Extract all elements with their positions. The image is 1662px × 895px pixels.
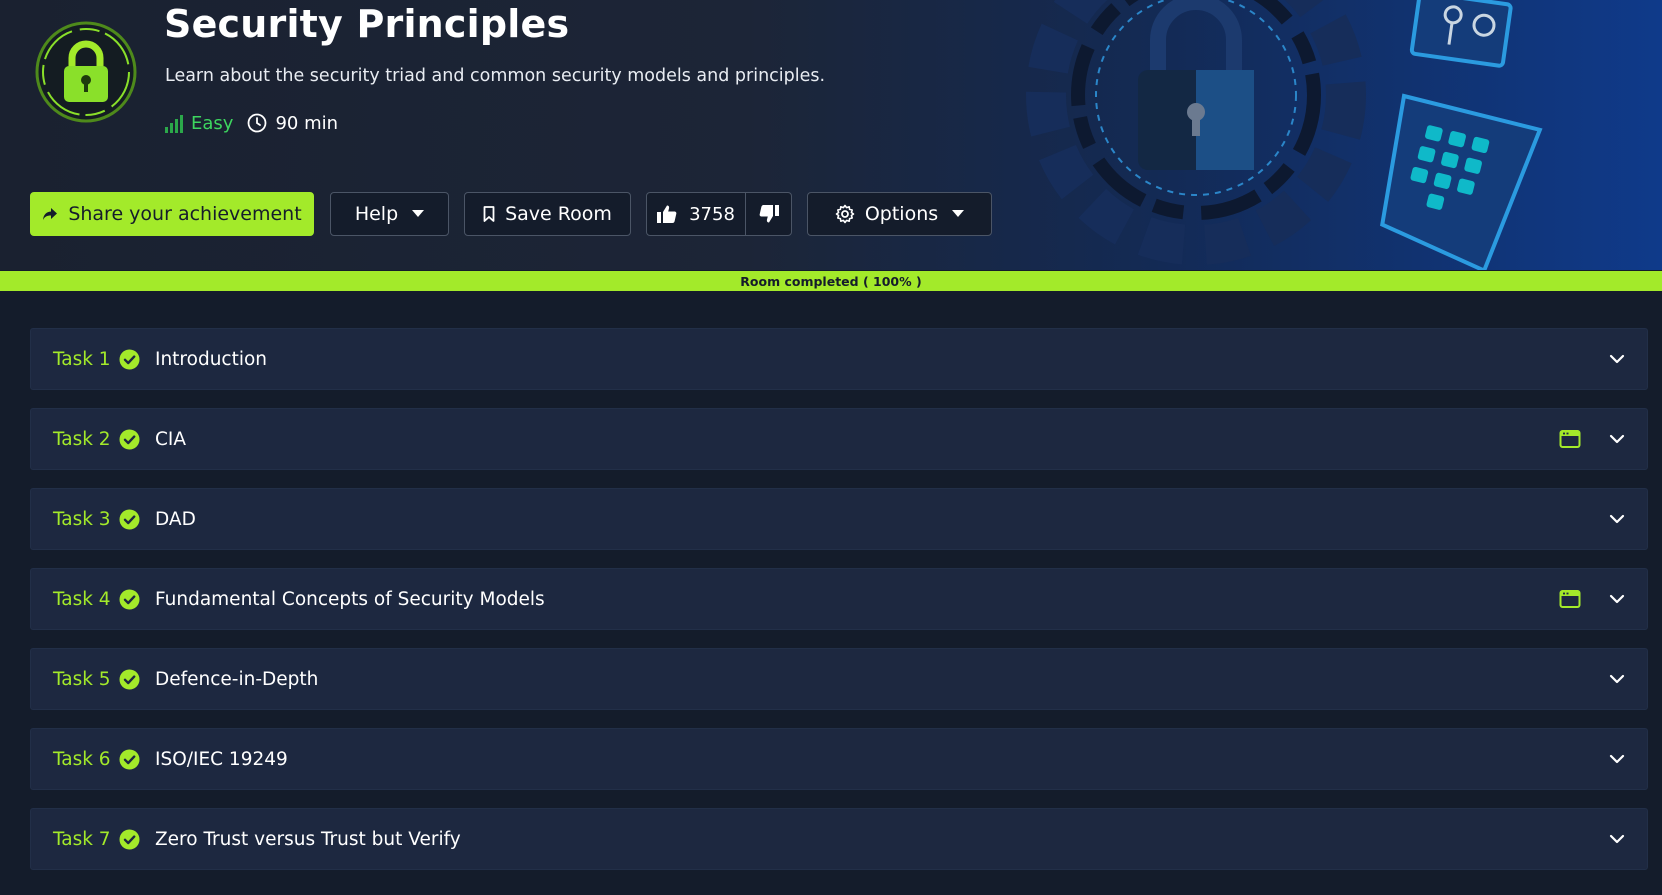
task-row[interactable]: Task 4 Fundamental Concepts of Security M…	[30, 568, 1648, 630]
share-achievement-button[interactable]: Share your achievement	[30, 192, 314, 236]
upvote-button[interactable]: 3758	[647, 193, 746, 235]
task-title: Fundamental Concepts of Security Models	[155, 588, 545, 610]
room-meta: Easy 90 min	[165, 110, 338, 136]
task-row[interactable]: Task 3 DAD	[30, 488, 1648, 550]
browser-window-icon	[1559, 589, 1581, 609]
bookmark-icon	[483, 206, 495, 222]
check-circle-icon	[119, 589, 140, 610]
difficulty-label: Easy	[191, 112, 234, 134]
chevron-down-icon[interactable]	[1607, 669, 1627, 689]
share-icon	[42, 207, 58, 221]
chevron-down-icon[interactable]	[1607, 749, 1627, 769]
vote-group: 3758	[646, 192, 792, 236]
caret-down-icon	[412, 210, 425, 218]
task-title: Defence-in-Depth	[155, 668, 319, 690]
room-progress-bar: Room completed ( 100% )	[0, 271, 1662, 291]
task-title: CIA	[155, 428, 187, 450]
task-title: DAD	[155, 508, 196, 530]
task-number: Task 3	[53, 508, 111, 530]
help-label: Help	[354, 203, 399, 225]
task-number: Task 1	[53, 348, 111, 370]
chevron-down-icon[interactable]	[1607, 429, 1627, 449]
signal-bars-icon	[165, 113, 183, 133]
help-dropdown[interactable]: Help	[330, 192, 449, 236]
task-title: ISO/IEC 19249	[155, 748, 288, 770]
task-number: Task 6	[53, 748, 111, 770]
keypad-icon	[1380, 93, 1543, 270]
progress-label: Room completed ( 100% )	[740, 273, 922, 289]
padlock-icon	[35, 21, 137, 123]
task-row[interactable]: Task 6 ISO/IEC 19249	[30, 728, 1648, 790]
task-row[interactable]: Task 7 Zero Trust versus Trust but Verify	[30, 808, 1648, 870]
gear-icon	[835, 204, 855, 224]
task-row[interactable]: Task 5 Defence-in-Depth	[30, 648, 1648, 710]
task-title: Introduction	[155, 348, 268, 370]
chevron-down-icon[interactable]	[1607, 349, 1627, 369]
check-circle-icon	[119, 669, 140, 690]
thumbs-down-icon	[759, 205, 779, 223]
check-circle-icon	[119, 829, 140, 850]
save-room-label: Save Room	[505, 203, 612, 225]
task-number: Task 4	[53, 588, 111, 610]
task-title: Zero Trust versus Trust but Verify	[155, 828, 461, 850]
task-row[interactable]: Task 2 CIA	[30, 408, 1648, 470]
chevron-down-icon[interactable]	[1607, 509, 1627, 529]
task-number: Task 7	[53, 828, 111, 850]
room-header: Security Principles Learn about the secu…	[0, 0, 1662, 270]
check-circle-icon	[119, 429, 140, 450]
upvote-count: 3758	[689, 203, 735, 225]
padlock-icon	[1138, 0, 1254, 170]
task-number: Task 5	[53, 668, 111, 690]
duration-label: 90 min	[275, 112, 339, 134]
banner-illustration	[1026, 0, 1543, 270]
chevron-down-icon[interactable]	[1607, 589, 1627, 609]
share-achievement-label: Share your achievement	[68, 203, 302, 225]
options-label: Options	[864, 203, 939, 225]
caret-down-icon	[952, 210, 965, 218]
browser-window-icon	[1559, 429, 1581, 449]
clock-icon	[247, 113, 267, 133]
thumbs-up-icon	[657, 205, 677, 223]
save-room-button[interactable]: Save Room	[464, 192, 631, 236]
room-title: Security Principles	[164, 2, 570, 46]
task-number: Task 2	[53, 428, 111, 450]
check-circle-icon	[119, 349, 140, 370]
check-circle-icon	[119, 509, 140, 530]
options-dropdown[interactable]: Options	[807, 192, 992, 236]
downvote-button[interactable]	[746, 193, 792, 235]
keys-icon	[1409, 0, 1513, 68]
check-circle-icon	[119, 749, 140, 770]
chevron-down-icon[interactable]	[1607, 829, 1627, 849]
room-description: Learn about the security triad and commo…	[165, 66, 826, 86]
task-row[interactable]: Task 1 Introduction	[30, 328, 1648, 390]
